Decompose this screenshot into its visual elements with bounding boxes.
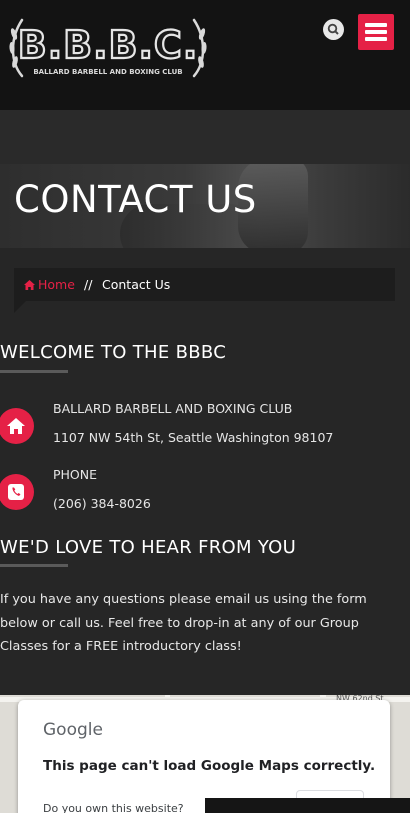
contact-heading: WE'D LOVE TO HEAR FROM YOU [0,537,297,558]
page-banner: CONTACT US [0,164,410,248]
map-error-dialog: Google This page can't load Google Maps … [18,700,390,813]
map-own-site-text: Do you own this website? [43,802,184,813]
heading-divider [0,564,68,567]
address-badge [0,408,34,444]
svg-text:B.B.B.C.: B.B.B.C. [18,23,199,67]
club-address: 1107 NW 54th St, Seattle Washington 9810… [53,430,334,445]
contact-intro-text: If you have any questions please email u… [0,592,367,655]
laurel-logo-icon: B.B.B.C. BALLARD BARBELL AND BOXING CLUB [9,18,207,78]
breadcrumb: Home // Contact Us [14,268,395,301]
heading-divider [0,370,68,373]
phone-number[interactable]: (206) 384-8026 [53,496,151,511]
bottom-overlay-bar [205,798,410,813]
google-map[interactable]: NW 62nd St Google This page can't load G… [0,695,410,813]
bbbc-logo[interactable]: B.B.B.C. BALLARD BARBELL AND BOXING CLUB [8,14,208,82]
welcome-heading: WELCOME TO THE BBBC [0,342,227,363]
page-title: CONTACT US [14,178,257,221]
club-name: BALLARD BARBELL AND BOXING CLUB [53,401,293,416]
phone-label: PHONE [53,467,98,482]
breadcrumb-current: Contact Us [102,277,171,292]
map-error-message: This page can't load Google Maps correct… [43,758,376,774]
header-spacer [0,110,410,164]
menu-button[interactable] [358,14,394,50]
hamburger-menu-icon [365,23,387,27]
phone-icon [8,484,24,500]
site-header: B.B.B.C. BALLARD BARBELL AND BOXING CLUB [0,0,410,110]
home-icon [7,418,25,434]
search-icon [327,23,339,35]
home-icon [24,280,35,290]
phone-badge [0,474,34,510]
breadcrumb-separator: // [84,277,93,292]
search-button[interactable] [323,19,344,40]
google-logo: Google [43,720,103,740]
svg-text:BALLARD BARBELL AND BOXING CLU: BALLARD BARBELL AND BOXING CLUB [33,68,182,76]
breadcrumb-home-link[interactable]: Home [24,277,75,292]
